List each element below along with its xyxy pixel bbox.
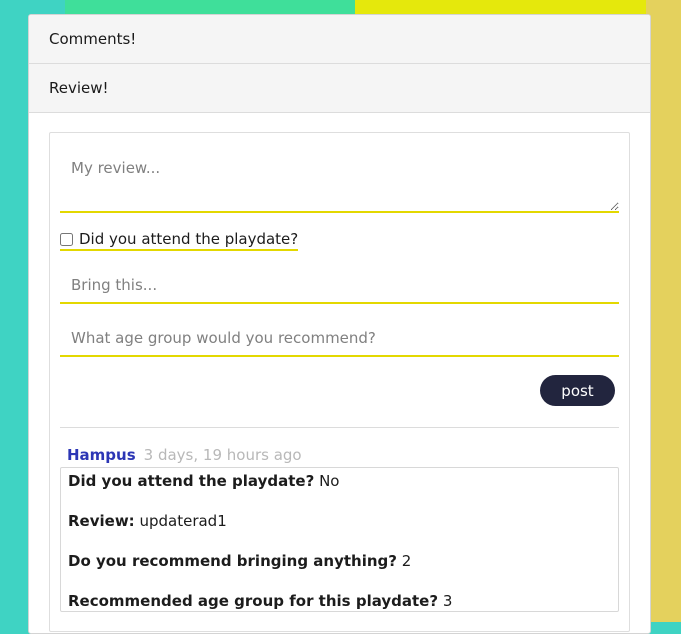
background-band-mustard <box>646 0 681 622</box>
comment-line-bring: Do you recommend bringing anything? 2 <box>68 552 618 570</box>
comment-line-value: 2 <box>401 552 412 570</box>
review-accordion-header[interactable]: Review! <box>29 64 650 113</box>
comment-line-value: updaterad1 <box>139 512 227 530</box>
review-form-card: Did you attend the playdate? post Hampus… <box>49 132 630 632</box>
review-accordion-title: Review! <box>49 79 109 97</box>
comments-accordion-title: Comments! <box>49 30 137 48</box>
post-button[interactable]: post <box>540 375 615 406</box>
comments-accordion-header[interactable]: Comments! <box>29 15 650 64</box>
comment-body: Did you attend the playdate? No Review: … <box>60 467 619 612</box>
review-accordion-body: Did you attend the playdate? post Hampus… <box>29 113 650 632</box>
comment-line-label: Review: <box>68 512 135 530</box>
comment-line-age: Recommended age group for this playdate?… <box>68 592 618 610</box>
comment-timestamp: 3 days, 19 hours ago <box>143 446 302 464</box>
comment-line-review: Review: updaterad1 <box>68 512 618 530</box>
accordion-panel: Comments! Review! Did you attend the pla… <box>28 14 651 634</box>
comment-line-label: Did you attend the playdate? <box>68 472 315 490</box>
attend-checkbox-label[interactable]: Did you attend the playdate? <box>79 230 298 248</box>
review-textarea[interactable] <box>60 143 619 213</box>
comment-header: Hampus 3 days, 19 hours ago <box>60 446 619 464</box>
comment-line-value: 3 <box>442 592 453 610</box>
attend-checkbox[interactable] <box>60 232 73 246</box>
comment-author[interactable]: Hampus <box>67 446 136 464</box>
bring-input[interactable] <box>60 268 619 304</box>
comment-line-value: No <box>319 472 340 490</box>
comment-line-attend: Did you attend the playdate? No <box>68 472 618 490</box>
comment-line-label: Do you recommend bringing anything? <box>68 552 397 570</box>
age-group-input[interactable] <box>60 321 619 357</box>
attend-checkbox-row: Did you attend the playdate? <box>60 230 299 251</box>
comment-line-label: Recommended age group for this playdate? <box>68 592 439 610</box>
divider <box>60 427 619 428</box>
